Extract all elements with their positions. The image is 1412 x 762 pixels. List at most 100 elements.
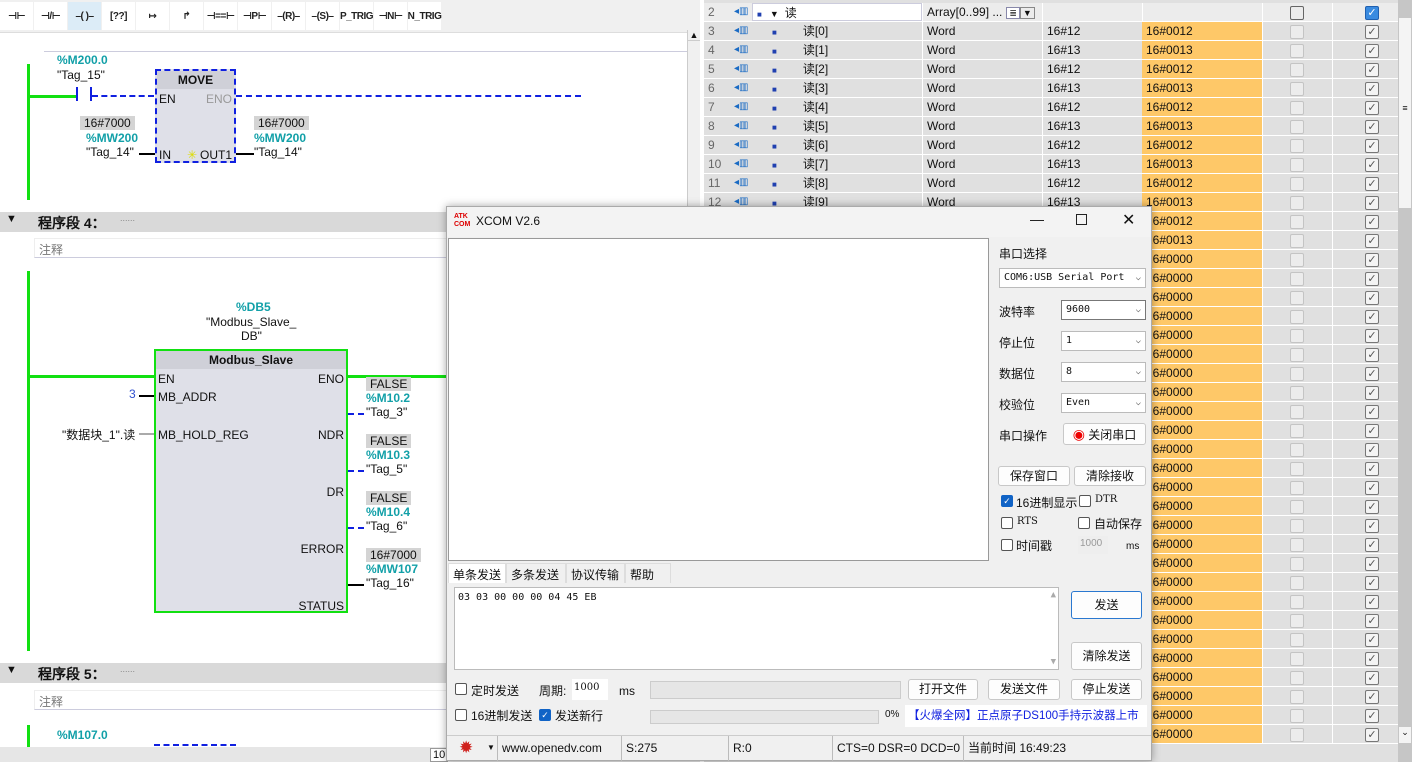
checkbox[interactable]	[1290, 310, 1304, 324]
dropdown-icon[interactable]: ▼	[1019, 7, 1035, 19]
table-row[interactable]: 10 ◂▥ ■ 读[7] Word 16#13 16#0013 ✓	[704, 155, 1398, 174]
start-value-cell[interactable]: 16#12	[1042, 22, 1142, 40]
toolbar-open-branch-button[interactable]: ↦	[136, 2, 169, 30]
checkbox-checked[interactable]: ✓	[1365, 291, 1379, 305]
checkbox[interactable]	[1290, 120, 1304, 134]
checkbox-checked[interactable]: ✓	[1365, 272, 1379, 286]
checkbox-checked[interactable]: ✓	[1365, 690, 1379, 704]
accessible-cell[interactable]: ✓	[1332, 611, 1398, 629]
name-cell[interactable]: ■ 读[4]	[752, 98, 922, 116]
toolbar-no-contact-button[interactable]: ⊣⊢	[0, 2, 33, 30]
accessible-cell[interactable]: ✓	[1332, 440, 1398, 458]
type-cell[interactable]: Word	[922, 136, 1042, 154]
checkbox-checked[interactable]: ✓	[1365, 576, 1379, 590]
timestamp-interval-input[interactable]: 1000	[1078, 536, 1108, 554]
checkbox-checked[interactable]: ✓	[1365, 443, 1379, 457]
scroll-up-icon[interactable]: ▲	[1051, 590, 1056, 600]
retain-cell[interactable]	[1262, 22, 1332, 40]
type-cell[interactable]: Word	[922, 98, 1042, 116]
accessible-cell[interactable]: ✓	[1332, 478, 1398, 496]
type-cell[interactable]: Word	[922, 22, 1042, 40]
checkbox[interactable]	[1290, 272, 1304, 286]
retain-cell[interactable]	[1262, 497, 1332, 515]
accessible-cell[interactable]: ✓	[1332, 174, 1398, 192]
save-window-button[interactable]: 保存窗口	[998, 466, 1070, 486]
xcom-titlebar[interactable]: ATK COM XCOM V2.6 — ✕	[447, 207, 1151, 237]
retain-cell[interactable]	[1262, 3, 1332, 21]
accessible-cell[interactable]: ✓	[1332, 535, 1398, 553]
checkbox-checked[interactable]: ✓	[1365, 63, 1379, 77]
hex-send-checkbox[interactable]	[455, 709, 467, 721]
accessible-cell[interactable]: ✓	[1332, 364, 1398, 382]
start-value-cell[interactable]: 16#13	[1042, 79, 1142, 97]
checkbox[interactable]	[1290, 576, 1304, 590]
checkbox[interactable]	[1290, 462, 1304, 476]
checkbox-checked[interactable]: ✓	[1365, 120, 1379, 134]
checkbox[interactable]	[1290, 443, 1304, 457]
retain-cell[interactable]	[1262, 402, 1332, 420]
clear-receive-button[interactable]: 清除接收	[1074, 466, 1146, 486]
dtr-checkbox[interactable]	[1079, 495, 1091, 507]
retain-cell[interactable]	[1262, 611, 1332, 629]
checkbox-checked[interactable]: ✓	[1365, 329, 1379, 343]
toolbar-p-trig-button[interactable]: P_TRIG	[340, 2, 374, 30]
checkbox-checked[interactable]: ✓	[1365, 595, 1379, 609]
checkbox-checked[interactable]: ✓	[1365, 367, 1379, 381]
baud-select[interactable]: 9600 ⌵	[1061, 300, 1146, 320]
checkbox-checked[interactable]: ✓	[1365, 557, 1379, 571]
accessible-cell[interactable]: ✓	[1332, 60, 1398, 78]
checkbox-checked[interactable]: ✓	[1365, 614, 1379, 628]
type-cell[interactable]: Array[0..99] ... ≣ ▼	[922, 3, 1042, 21]
checkbox-checked[interactable]: ✓	[1365, 652, 1379, 666]
retain-cell[interactable]	[1262, 459, 1332, 477]
type-cell[interactable]: Word	[922, 174, 1042, 192]
retain-cell[interactable]	[1262, 307, 1332, 325]
checkbox[interactable]	[1290, 329, 1304, 343]
scroll-down-icon[interactable]: ⌄	[1399, 727, 1411, 743]
checkbox[interactable]	[1290, 367, 1304, 381]
retain-cell[interactable]	[1262, 592, 1332, 610]
name-cell[interactable]: ■ 读[1]	[752, 41, 922, 59]
table-row[interactable]: 3 ◂▥ ■ 读[0] Word 16#12 16#0012 ✓	[704, 22, 1398, 41]
retain-cell[interactable]	[1262, 60, 1332, 78]
accessible-cell[interactable]: ✓	[1332, 497, 1398, 515]
name-cell[interactable]: ■ 读[2]	[752, 60, 922, 78]
accessible-cell[interactable]: ✓	[1332, 421, 1398, 439]
auto-save-checkbox[interactable]	[1078, 517, 1090, 529]
tab-0[interactable]: 单条发送	[448, 563, 506, 583]
retain-cell[interactable]	[1262, 269, 1332, 287]
accessible-cell[interactable]: ✓	[1332, 22, 1398, 40]
tab-2[interactable]: 协议传输	[566, 563, 625, 583]
checkbox-checked[interactable]: ✓	[1365, 253, 1379, 267]
timed-send-checkbox[interactable]	[455, 683, 467, 695]
accessible-cell[interactable]: ✓	[1332, 668, 1398, 686]
parity-select[interactable]: Even ⌵	[1061, 393, 1146, 413]
retain-cell[interactable]	[1262, 440, 1332, 458]
table-row[interactable]: 4 ◂▥ ■ 读[1] Word 16#13 16#0013 ✓	[704, 41, 1398, 60]
accessible-cell[interactable]: ✓	[1332, 3, 1398, 21]
checkbox-checked[interactable]: ✓	[1365, 139, 1379, 153]
accessible-cell[interactable]: ✓	[1332, 687, 1398, 705]
name-cell[interactable]: ■ ▼ 读	[752, 3, 922, 21]
retain-cell[interactable]	[1262, 725, 1332, 743]
type-cell[interactable]: Word	[922, 155, 1042, 173]
toolbar-close-branch-button[interactable]: ↱	[170, 2, 203, 30]
accessible-cell[interactable]: ✓	[1332, 725, 1398, 743]
retain-cell[interactable]	[1262, 212, 1332, 230]
close-port-button[interactable]: ◉ 关闭串口	[1063, 423, 1146, 445]
retain-cell[interactable]	[1262, 630, 1332, 648]
retain-cell[interactable]	[1262, 649, 1332, 667]
checkbox-checked[interactable]: ✓	[1365, 728, 1379, 742]
accessible-cell[interactable]: ✓	[1332, 516, 1398, 534]
checkbox-checked[interactable]: ✓	[1365, 386, 1379, 400]
checkbox[interactable]	[1290, 177, 1304, 191]
checkbox[interactable]	[1290, 25, 1304, 39]
accessible-cell[interactable]: ✓	[1332, 41, 1398, 59]
accessible-cell[interactable]: ✓	[1332, 269, 1398, 287]
checkbox[interactable]	[1290, 709, 1304, 723]
file-path-field[interactable]	[650, 681, 901, 699]
table-row[interactable]: 9 ◂▥ ■ 读[6] Word 16#12 16#0012 ✓	[704, 136, 1398, 155]
dropdown-icon[interactable]: ▼	[487, 743, 495, 752]
port-select[interactable]: COM6:USB Serial Port ⌵	[999, 268, 1146, 288]
checkbox[interactable]	[1290, 481, 1304, 495]
